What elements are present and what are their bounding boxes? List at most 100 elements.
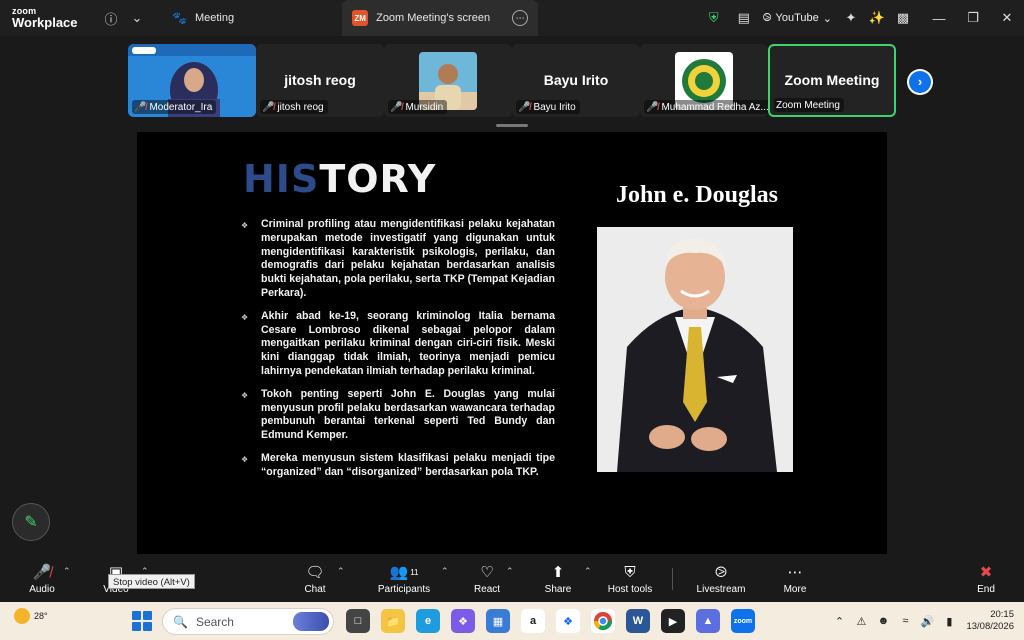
end-icon: ✖ <box>979 564 993 581</box>
chat-button[interactable]: 🗨 Chat <box>300 560 330 600</box>
zoom-logo: zoom Workplace <box>0 7 90 30</box>
list-item: ❖ Akhir abad ke-19, seorang kriminolog I… <box>241 310 555 379</box>
start-button[interactable] <box>132 611 152 631</box>
host-tools-label: Host tools <box>607 584 653 595</box>
next-page-button[interactable]: › <box>907 69 933 95</box>
participants-options-caret[interactable]: ⌃ <box>441 566 449 577</box>
chevron-up-icon[interactable]: ⌃ <box>828 615 850 628</box>
audio-options-caret[interactable]: ⌃ <box>63 566 71 577</box>
bullet-text: Mereka menyusun sistem klasifikasi pelak… <box>261 451 555 478</box>
tab-screen-share[interactable]: ZM Zoom Meeting's screen ⋯ <box>342 0 539 36</box>
video-tile-zoom-meeting[interactable]: Zoom Meeting Zoom Meeting <box>768 44 896 117</box>
participants-button[interactable]: 👥 11 Participants <box>374 560 434 600</box>
share-button[interactable]: ⬆ Share <box>542 560 574 600</box>
tab-meeting[interactable]: 🐾 Meeting <box>162 0 244 36</box>
magic-wand-icon[interactable]: ✦ <box>838 5 864 31</box>
tab-screen-share-label: Zoom Meeting's screen <box>376 12 491 24</box>
minimize-button[interactable]: — <box>922 0 956 36</box>
participants-count: 11 <box>410 567 419 577</box>
more-button[interactable]: ⋯ More <box>780 560 810 600</box>
chat-options-caret[interactable]: ⌃ <box>337 566 345 577</box>
copilot-icon[interactable]: ❖ <box>451 609 475 633</box>
view-layout-icon[interactable]: ▩ <box>890 5 916 31</box>
participant-gallery: 🎤̸ Moderator_Ira jitosh reog 🎤̸ jitosh r… <box>0 36 1024 128</box>
annotate-pencil-button[interactable]: ✎ <box>12 503 50 541</box>
end-label: End <box>977 584 995 595</box>
taskbar-search[interactable]: 🔍 Search <box>162 608 334 635</box>
nametag: 🎤̸ Moderator_Ira <box>132 100 217 114</box>
battery-icon[interactable]: ▮ <box>938 615 960 628</box>
participant-display-name: Zoom Meeting <box>784 72 880 88</box>
participant-display-name: Bayu Irito <box>543 72 609 88</box>
language-icon[interactable]: ☻ <box>872 615 894 627</box>
youtube-stream-indicator[interactable]: ⧁ YouTube ⌄ <box>757 12 838 25</box>
person-photo <box>597 227 793 472</box>
network-error-icon[interactable]: ⚠ <box>850 615 872 628</box>
word-icon[interactable]: W <box>626 609 650 633</box>
store-icon[interactable]: ▦ <box>486 609 510 633</box>
share-options-caret[interactable]: ⌃ <box>584 566 592 577</box>
video-tile-muhammad[interactable]: 🎤̸ Muhammad Redha Az... <box>640 44 768 117</box>
mic-muted-icon: 🎤̸ <box>518 101 531 113</box>
gallery-resize-handle[interactable] <box>496 124 528 127</box>
end-meeting-button[interactable]: ✖ End <box>972 560 1000 600</box>
bullet-text: Criminal profiling atau mengidentifikasi… <box>261 218 555 299</box>
list-item: ❖ Tokoh penting seperti John E. Douglas … <box>241 388 555 443</box>
bullet-text: Tokoh penting seperti John E. Douglas ya… <box>261 387 555 442</box>
notes-icon[interactable]: ▤ <box>731 5 757 31</box>
video-tile-jitosh[interactable]: jitosh reog 🎤̸ jitosh reog <box>256 44 384 117</box>
more-icon: ⋯ <box>787 564 803 581</box>
video-tile-bayu[interactable]: Bayu Irito 🎤̸ Bayu Irito <box>512 44 640 117</box>
amazon-icon[interactable]: a <box>521 609 545 633</box>
clock[interactable]: 20:15 13/08/2026 <box>960 609 1024 633</box>
dropbox-icon[interactable]: ❖ <box>556 609 580 633</box>
diamond-bullet-icon: ❖ <box>241 454 249 464</box>
app-icon[interactable]: ▲ <box>696 609 720 633</box>
react-label: React <box>473 584 501 595</box>
chevron-right-icon: › <box>909 71 931 93</box>
media-player-icon[interactable]: ▶ <box>661 609 685 633</box>
chrome-icon[interactable] <box>591 609 615 633</box>
video-tile-moderator[interactable]: 🎤̸ Moderator_Ira <box>128 44 256 117</box>
participant-name: Moderator_Ira <box>149 101 213 113</box>
toolbar-divider <box>672 568 673 590</box>
video-tooltip: Stop video (Alt+V) <box>108 574 195 589</box>
participant-name: Bayu Irito <box>533 101 576 113</box>
task-view-icon[interactable]: □ <box>346 609 370 633</box>
weather-widget[interactable]: 28° <box>14 608 48 624</box>
slide-title: HISTORY <box>243 157 436 201</box>
host-tools-button[interactable]: ⛨ Host tools <box>604 560 656 600</box>
shared-screen: HISTORY ❖ Criminal profiling atau mengid… <box>137 132 887 554</box>
edge-icon[interactable]: e <box>416 609 440 633</box>
tab-meeting-label: Meeting <box>194 12 235 24</box>
slide-person-name: John e. Douglas <box>615 182 779 208</box>
close-button[interactable]: ✕ <box>990 0 1024 36</box>
file-explorer-icon[interactable]: 📁 <box>381 609 405 633</box>
info-icon[interactable]: ⓘ <box>98 5 124 31</box>
wifi-icon[interactable]: ≈ <box>894 615 916 627</box>
zm-badge-icon: ZM <box>352 10 369 26</box>
nametag: 🎤̸ Muhammad Redha Az... <box>644 100 768 114</box>
react-button[interactable]: ♡ React <box>472 560 502 600</box>
more-label: More <box>783 584 807 595</box>
volume-icon[interactable]: 🔊 <box>916 615 938 628</box>
zoom-taskbar-icon[interactable]: zoom <box>731 609 755 633</box>
video-tile-mursidin[interactable]: 🎤̸ Mursidin <box>384 44 512 117</box>
restore-button[interactable]: ❐ <box>956 0 990 36</box>
search-highlight-image <box>293 612 329 631</box>
chevron-down-icon[interactable]: ⌄ <box>124 5 150 31</box>
audio-button[interactable]: 🎤̸ Audio <box>22 560 62 600</box>
sun-icon <box>14 608 30 624</box>
audio-label: Audio <box>29 584 55 595</box>
react-options-caret[interactable]: ⌃ <box>506 566 514 577</box>
chat-icon: 🗨 <box>305 564 325 581</box>
shield-icon[interactable]: ⛨ <box>701 5 727 31</box>
livestream-button[interactable]: ⧁ Livestream <box>694 560 748 600</box>
bullet-text: Akhir abad ke-19, seorang kriminolog Ita… <box>261 309 555 377</box>
mic-muted-icon: 🎤̸ <box>390 101 403 113</box>
search-icon: 🔍 <box>173 614 188 629</box>
clock-time: 20:15 <box>990 609 1014 620</box>
more-options-icon[interactable]: ⋯ <box>512 10 529 26</box>
clock-date: 13/08/2026 <box>966 621 1014 632</box>
sparkle-icon[interactable]: ✨ <box>864 5 890 31</box>
